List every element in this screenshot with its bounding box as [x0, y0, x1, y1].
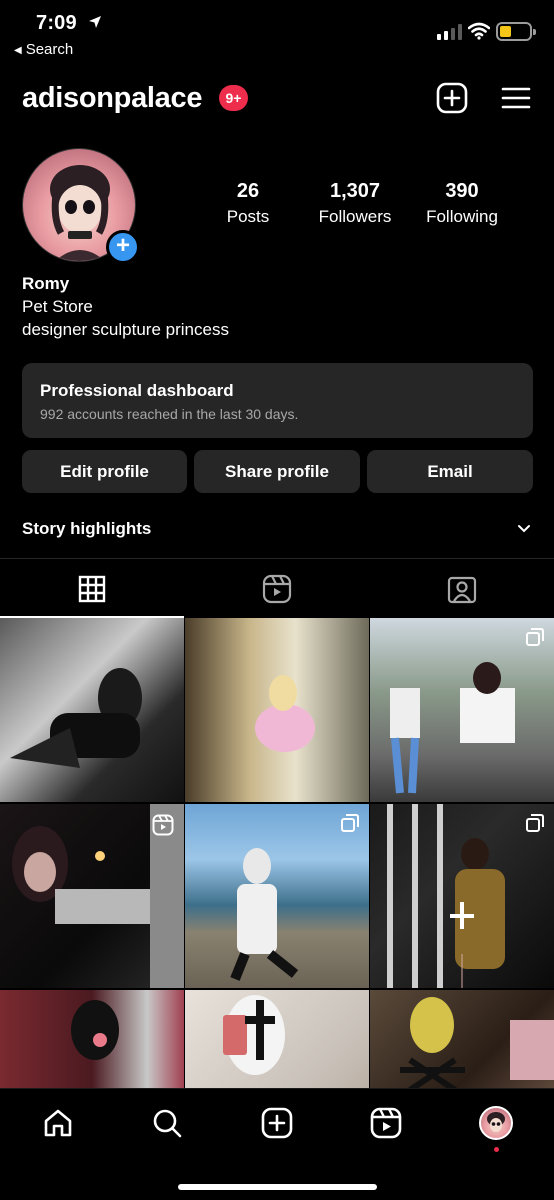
chevron-down-icon[interactable]	[516, 523, 532, 535]
grid-post[interactable]	[370, 618, 554, 802]
edit-profile-button[interactable]: Edit profile	[22, 450, 187, 493]
home-indicator	[178, 1184, 377, 1190]
cellular-signal-icon	[437, 24, 462, 40]
nav-home[interactable]	[38, 1103, 78, 1143]
grid-post[interactable]	[0, 804, 184, 988]
carousel-icon	[341, 814, 359, 832]
notification-badge[interactable]: 9+	[219, 85, 248, 111]
share-profile-button[interactable]: Share profile	[194, 450, 360, 493]
back-label: Search	[25, 41, 74, 58]
grid-post[interactable]	[0, 618, 184, 802]
back-triangle-icon: ◀	[14, 45, 22, 56]
followers-value: 1,307	[329, 180, 381, 202]
bio-text: designer sculpture princess	[22, 320, 229, 339]
section-divider	[0, 558, 554, 559]
back-to-search-link[interactable]: ◀ Search	[14, 41, 73, 58]
followers-label: Followers	[318, 207, 392, 226]
profile-avatar[interactable]: +	[22, 148, 140, 264]
home-icon	[44, 1109, 72, 1137]
status-bar: 7:09 ◀ Search	[0, 0, 554, 66]
following-value: 390	[445, 180, 479, 202]
carousel-icon	[526, 814, 544, 832]
following-count[interactable]: 390 Following	[407, 180, 517, 227]
display-name: Romy	[22, 274, 70, 293]
grid-post[interactable]	[185, 618, 369, 802]
search-icon	[153, 1109, 182, 1138]
nav-reels[interactable]	[366, 1103, 406, 1143]
dashboard-title: Professional dashboard	[40, 381, 234, 400]
followers-count[interactable]: 1,307 Followers	[300, 180, 410, 227]
posts-value: 26	[236, 180, 260, 202]
nav-profile[interactable]	[476, 1103, 516, 1143]
tagged-icon	[447, 576, 477, 603]
menu-icon[interactable]	[500, 82, 532, 114]
reels-icon	[370, 1107, 402, 1139]
story-highlights-label[interactable]: Story highlights	[22, 519, 151, 539]
profile-username[interactable]: adisonpalace	[22, 82, 202, 115]
profile-bio: Romy Pet Store designer sculpture prince…	[22, 272, 229, 341]
add-story-button[interactable]: +	[106, 230, 140, 264]
posts-count[interactable]: 26 Posts	[193, 180, 303, 227]
profile-category: Pet Store	[22, 297, 93, 316]
grid-post[interactable]	[370, 804, 554, 988]
tab-reels[interactable]	[185, 560, 369, 617]
tab-tagged[interactable]	[370, 560, 554, 617]
professional-dashboard[interactable]: Professional dashboard 992 accounts reac…	[22, 363, 533, 438]
reel-icon	[152, 814, 174, 836]
nav-create[interactable]	[257, 1103, 297, 1143]
grid-post[interactable]	[185, 804, 369, 988]
dashboard-subtitle: 992 accounts reached in the last 30 days…	[40, 406, 299, 422]
location-arrow-icon	[89, 16, 101, 28]
wifi-icon	[468, 22, 490, 40]
nav-search[interactable]	[147, 1103, 187, 1143]
posts-label: Posts	[226, 207, 270, 226]
create-post-icon[interactable]	[436, 82, 468, 114]
activity-dot	[494, 1147, 499, 1152]
email-button[interactable]: Email	[367, 450, 533, 493]
tab-posts-grid[interactable]	[0, 560, 184, 617]
reels-icon	[262, 574, 292, 603]
battery-icon	[496, 22, 536, 41]
carousel-icon	[526, 628, 544, 646]
profile-avatar-small	[479, 1106, 513, 1140]
create-icon	[261, 1107, 293, 1139]
following-label: Following	[426, 207, 498, 226]
clock-time: 7:09	[36, 12, 77, 34]
grid-icon	[78, 575, 106, 602]
